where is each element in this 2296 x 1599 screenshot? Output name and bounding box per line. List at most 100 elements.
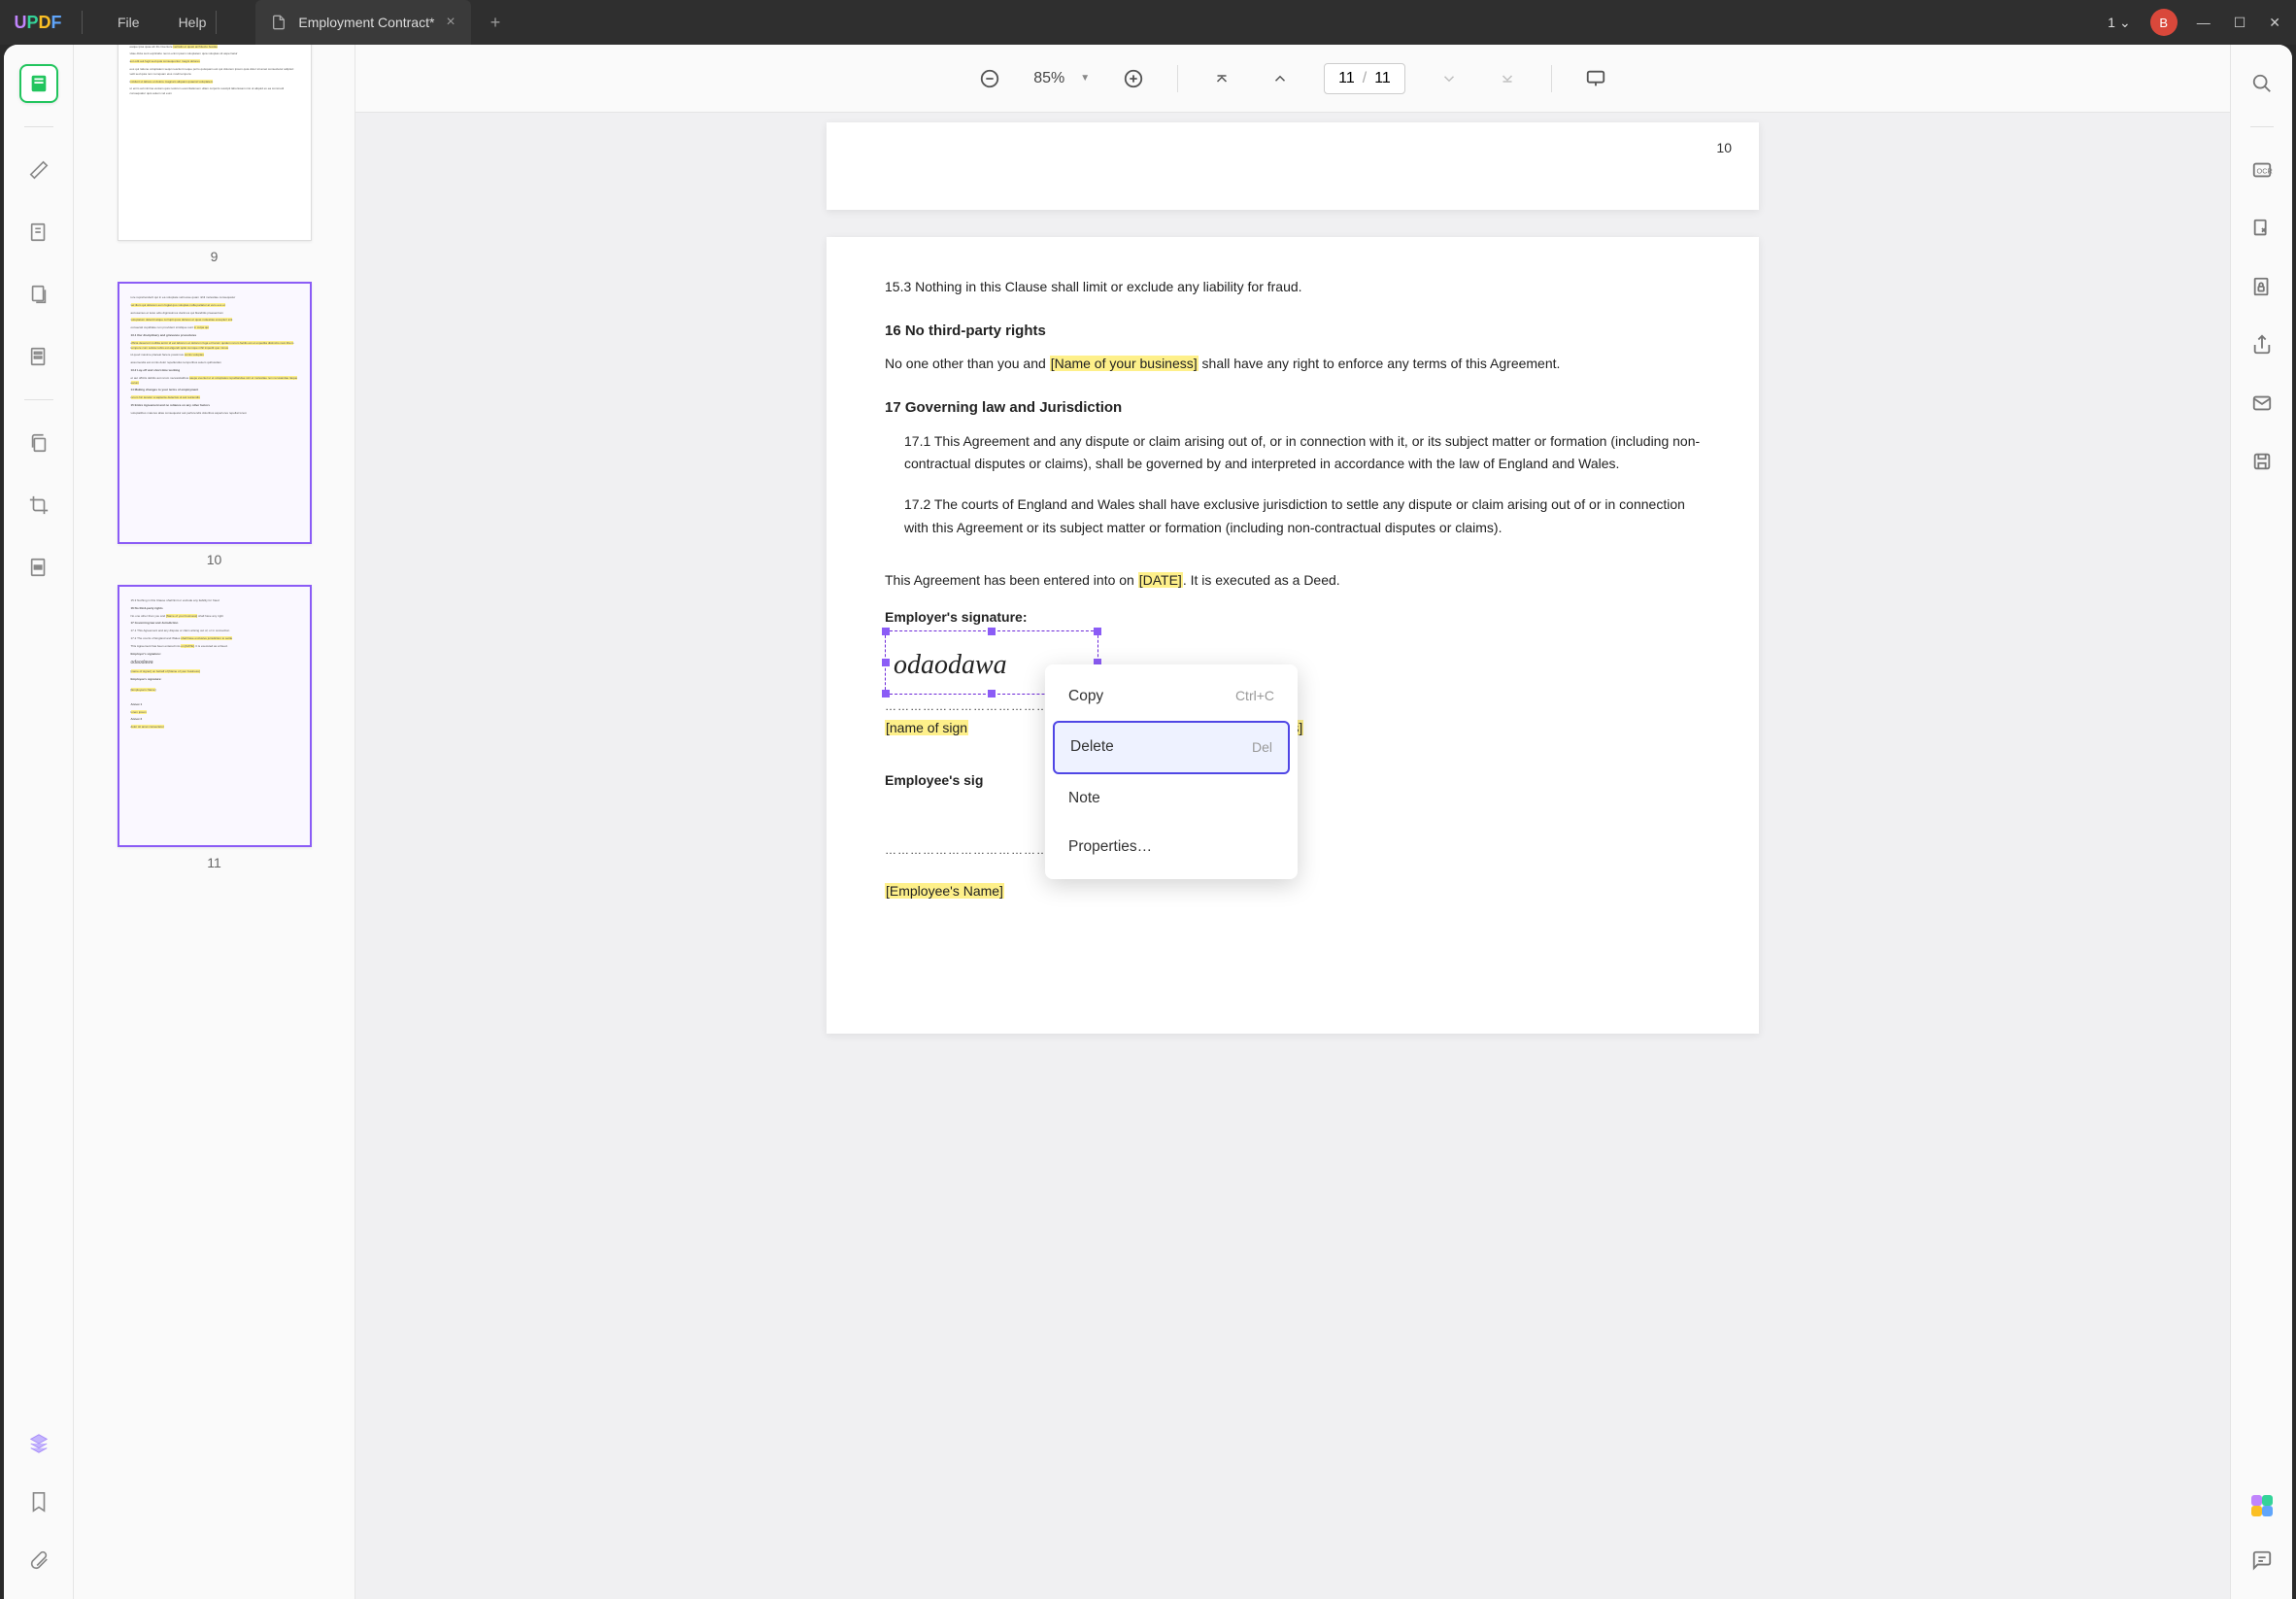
updf-ai-tool[interactable] (2246, 1490, 2278, 1521)
titlebar-right: 1 ⌄ B — ☐ ✕ (2108, 9, 2296, 36)
bookmark-tool[interactable] (19, 1482, 58, 1521)
email-tool[interactable] (2246, 388, 2278, 419)
section-16-body: No one other than you and [Name of your … (885, 353, 1701, 376)
window-controls: — ☐ ✕ (2197, 15, 2280, 31)
annotate-tool[interactable] (19, 151, 58, 189)
entered-into: This Agreement has been entered into on … (885, 569, 1701, 593)
protect-tool[interactable] (2246, 271, 2278, 302)
next-page-button[interactable] (1435, 64, 1464, 93)
resize-handle[interactable] (1094, 628, 1101, 635)
minimize-button[interactable]: — (2197, 15, 2211, 31)
search-tool[interactable] (2246, 68, 2278, 99)
app-logo: UPDF (0, 13, 76, 33)
page-number-input[interactable]: 11 / 11 (1324, 63, 1405, 94)
last-page-button[interactable] (1493, 64, 1522, 93)
context-menu: Copy Ctrl+C Delete Del Note Properties… (1045, 664, 1298, 879)
page-10: 10 (827, 122, 1759, 210)
document-icon (271, 15, 287, 30)
ocr-tool[interactable]: OCR (2246, 154, 2278, 186)
svg-text:OCR: OCR (2256, 167, 2272, 176)
ocr-icon: OCR (2251, 159, 2273, 181)
redact-icon (28, 557, 50, 578)
page-corner-number: 10 (1716, 140, 1732, 155)
crop-icon (28, 494, 50, 516)
zoom-in-button[interactable] (1119, 64, 1148, 93)
share-tool[interactable] (2246, 329, 2278, 360)
clause-17-2: 17.2 The courts of England and Wales sha… (904, 493, 1701, 540)
context-menu-delete[interactable]: Delete Del (1053, 721, 1290, 773)
document-scroll[interactable]: 10 15.3 Nothing in this Clause shall lim… (355, 113, 2230, 1599)
presentation-button[interactable] (1581, 64, 1610, 93)
mail-icon (2251, 392, 2273, 414)
reader-mode-tool[interactable] (19, 64, 58, 103)
convert-tool[interactable] (2246, 213, 2278, 244)
close-button[interactable]: ✕ (2269, 15, 2280, 31)
minus-circle-icon (979, 68, 1000, 89)
save-tool[interactable] (2246, 446, 2278, 477)
edit-page-icon (28, 221, 50, 243)
context-menu-properties[interactable]: Properties… (1053, 823, 1290, 871)
layers-tool[interactable] (19, 1424, 58, 1463)
lock-page-icon (2251, 276, 2273, 297)
maximize-button[interactable]: ☐ (2234, 15, 2246, 31)
resize-handle[interactable] (882, 690, 890, 697)
employee-name: [Employee's Name] (885, 880, 1701, 903)
prev-page-button[interactable] (1266, 64, 1295, 93)
forms-tool[interactable] (19, 337, 58, 376)
crop-tool[interactable] (19, 486, 58, 525)
viewer-toolbar: 85% ▼ 11 / 11 (355, 45, 2230, 113)
zoom-level[interactable]: 85% ▼ (1033, 70, 1090, 87)
presentation-icon (1585, 68, 1606, 89)
section-16-title: 16 No third-party rights (885, 319, 1701, 344)
copy-icon (28, 432, 50, 454)
clause-17-1: 17.1 This Agreement and any dispute or c… (904, 430, 1701, 477)
left-sidebar (4, 45, 74, 1599)
chevron-down-icon: ▼ (1080, 73, 1090, 84)
page-tool[interactable] (19, 275, 58, 314)
titlebar-page-nav[interactable]: 1 ⌄ (2108, 15, 2131, 31)
share-icon (2251, 334, 2273, 356)
thumbnails-panel[interactable]: 8 Lorem ipsum dolor sit amet consectetur… (74, 45, 355, 1599)
clause-15-3: 15.3 Nothing in this Clause shall limit … (885, 276, 1701, 299)
tab-add-button[interactable]: + (483, 13, 509, 33)
convert-icon (2251, 218, 2273, 239)
tab-title: Employment Contract* (298, 15, 434, 30)
context-menu-copy[interactable]: Copy Ctrl+C (1053, 672, 1290, 721)
thumbnail-10[interactable]: iure reprehenderit qui in ea voluptate v… (74, 282, 355, 567)
chevron-up-icon (1271, 70, 1289, 87)
plus-circle-icon (1123, 68, 1144, 89)
menubar: File Help (118, 15, 206, 30)
zoom-out-button[interactable] (975, 64, 1004, 93)
resize-handle[interactable] (882, 659, 890, 666)
first-page-button[interactable] (1207, 64, 1236, 93)
chevron-bottom-icon (1499, 70, 1516, 87)
right-sidebar: OCR (2230, 45, 2292, 1599)
comments-tool[interactable] (2246, 1545, 2278, 1576)
thumbnail-9[interactable]: Lorem ipsum dolor sit amet consectetur a… (74, 45, 355, 264)
pages-icon (28, 284, 50, 305)
page-11: 15.3 Nothing in this Clause shall limit … (827, 237, 1759, 1034)
resize-handle[interactable] (988, 628, 996, 635)
tab-close-button[interactable]: × (446, 14, 455, 31)
book-icon (28, 73, 50, 94)
search-icon (2251, 73, 2273, 94)
user-avatar[interactable]: B (2150, 9, 2178, 36)
resize-handle[interactable] (882, 628, 890, 635)
resize-handle[interactable] (988, 690, 996, 697)
tab-employment-contract[interactable]: Employment Contract* × (255, 0, 470, 45)
chevron-top-icon (1213, 70, 1231, 87)
highlighter-icon (28, 159, 50, 181)
redact-tool[interactable] (19, 548, 58, 587)
organize-tool[interactable] (19, 424, 58, 462)
form-icon (28, 346, 50, 367)
attachment-tool[interactable] (19, 1541, 58, 1580)
chevron-down-icon (1440, 70, 1458, 87)
edit-pdf-tool[interactable] (19, 213, 58, 252)
menu-file[interactable]: File (118, 15, 140, 30)
paperclip-icon (28, 1549, 50, 1571)
left-sidebar-bottom (19, 1424, 58, 1580)
context-menu-note[interactable]: Note (1053, 774, 1290, 823)
menu-help[interactable]: Help (179, 15, 207, 30)
thumbnail-11[interactable]: 15.3 Nothing in this Clause shall limit … (74, 585, 355, 870)
save-icon (2251, 451, 2273, 472)
